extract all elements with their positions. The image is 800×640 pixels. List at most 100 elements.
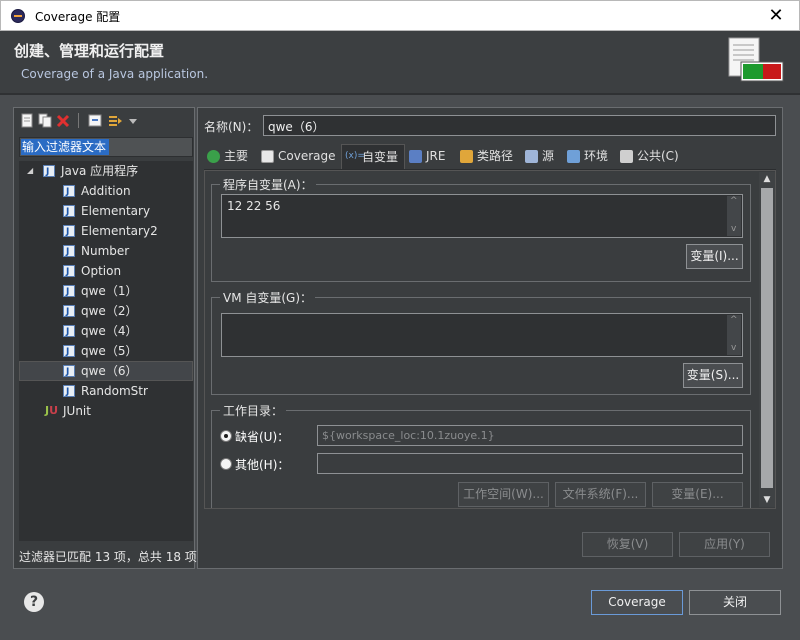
java-class-icon [63, 262, 75, 282]
config-tabs: 主要 Coverage (x)= 自变量 JRE 类路径 源 环境 公共(C) [204, 144, 776, 170]
workspace-button[interactable]: 工作空间(W)... [458, 482, 549, 507]
tab-environment[interactable]: 环境 [564, 144, 608, 169]
java-class-icon [63, 342, 75, 362]
other-dir-label: 其他(H)： [235, 458, 290, 472]
config-toolbar [18, 111, 188, 133]
tree-item-label: Option [81, 264, 122, 278]
configuration-tree[interactable]: ◢ Java 应用程序 Addition Elementary Elementa… [19, 161, 193, 541]
working-directory-label: 工作目录： [220, 402, 287, 419]
toolbar-divider [78, 113, 79, 128]
coverage-run-button[interactable]: Coverage [591, 590, 683, 615]
program-arguments-group: 程序自变量(A)： 12 22 56 变量(I)... [211, 176, 751, 282]
tree-item-qwe-6[interactable]: qwe（6） [19, 361, 193, 382]
revert-button[interactable]: 恢复(V) [582, 532, 673, 557]
tree-item-qwe-2[interactable]: qwe（2） [19, 301, 193, 322]
name-input[interactable]: qwe（6） [263, 115, 776, 136]
tree-group-label: Java 应用程序 [61, 164, 139, 178]
java-class-icon [63, 322, 75, 342]
tab-source[interactable]: 源 [522, 144, 554, 169]
vm-arguments-group: VM 自变量(G)： 变量(S)... [211, 289, 751, 395]
close-window-button[interactable]: ✕ [753, 1, 799, 30]
default-dir-radio[interactable] [220, 430, 232, 442]
junit-icon: JU [45, 404, 59, 417]
program-arguments-value: 12 22 56 [227, 199, 281, 213]
expand-arrow-icon[interactable]: ◢ [27, 161, 33, 181]
vm-arguments-label: VM 自变量(G)： [220, 289, 316, 306]
tree-item-elementary2[interactable]: Elementary2 [19, 221, 193, 242]
tab-label: 源 [542, 149, 555, 163]
tab-jre[interactable]: JRE [406, 144, 445, 169]
tab-label: JRE [426, 149, 446, 163]
window-titlebar: Coverage 配置 ✕ [0, 0, 800, 31]
other-dir-radio[interactable] [220, 458, 232, 470]
vm-arguments-textarea[interactable] [221, 313, 743, 357]
tree-item-qwe-5[interactable]: qwe（5） [19, 341, 193, 362]
vm-variables-button[interactable]: 变量(S)... [683, 363, 743, 388]
close-button[interactable]: 关闭 [689, 590, 781, 615]
other-dir-field[interactable] [317, 453, 743, 474]
scroll-thumb[interactable] [761, 188, 773, 488]
filter-menu-icon[interactable] [108, 113, 126, 128]
tree-item-label: Elementary [81, 204, 151, 218]
filesystem-button[interactable]: 文件系统(F)... [555, 482, 646, 507]
java-class-icon [63, 202, 75, 222]
main-tab-icon [207, 150, 220, 163]
dialog-description: Coverage of a Java application. [21, 67, 209, 81]
filter-placeholder: 输入过滤器文本 [21, 139, 110, 155]
tree-item-label: qwe（4） [81, 324, 138, 338]
help-icon[interactable]: ? [24, 592, 44, 612]
dialog-heading: 创建、管理和运行配置 [14, 42, 165, 60]
tab-arguments[interactable]: (x)= 自变量 [341, 144, 405, 169]
tab-label: 公共(C) [637, 149, 679, 163]
tab-label: 自变量 [362, 150, 399, 164]
coverage-tab-icon [261, 150, 274, 163]
tab-content-scrollbar[interactable]: ▲ ▼ [759, 172, 775, 507]
tree-group-junit[interactable]: JU JUnit [19, 401, 193, 421]
new-config-icon[interactable] [20, 113, 34, 128]
apply-button[interactable]: 应用(Y) [679, 532, 770, 557]
tab-classpath[interactable]: 类路径 [457, 144, 513, 169]
filter-input[interactable]: 输入过滤器文本 [19, 137, 193, 157]
tree-item-elementary[interactable]: Elementary [19, 201, 193, 222]
filter-status: 过滤器已匹配 13 项，总共 18 项 [19, 550, 197, 564]
tree-item-randomstr[interactable]: RandomStr [19, 381, 193, 402]
tree-item-label: qwe（6） [81, 364, 138, 378]
source-tab-icon [525, 150, 538, 163]
tree-item-qwe-1[interactable]: qwe（1） [19, 281, 193, 302]
scroll-down-icon[interactable]: ▼ [759, 493, 775, 507]
default-dir-field[interactable]: ${workspace_loc:10.1zuoye.1} [317, 425, 743, 446]
tab-label: 环境 [584, 149, 609, 163]
program-variables-button[interactable]: 变量(I)... [686, 244, 743, 269]
default-dir-label: 缺省(U)： [235, 430, 290, 444]
tab-main[interactable]: 主要 [204, 144, 248, 169]
scroll-up-icon[interactable]: ▲ [759, 172, 775, 186]
tab-label: 类路径 [477, 149, 514, 163]
delete-config-icon[interactable] [56, 113, 70, 128]
textarea-scrollbar[interactable] [727, 315, 741, 355]
environment-tab-icon [567, 150, 580, 163]
dir-variables-button[interactable]: 变量(E)... [652, 482, 743, 507]
tab-common[interactable]: 公共(C) [617, 144, 679, 169]
duplicate-config-icon[interactable] [38, 113, 52, 128]
tab-label: 主要 [224, 149, 249, 163]
tree-item-label: qwe（2） [81, 304, 138, 318]
common-tab-icon [620, 150, 633, 163]
dialog-header: 创建、管理和运行配置 Coverage of a Java applicatio… [0, 31, 800, 93]
chevron-down-icon[interactable] [128, 113, 138, 128]
tree-item-qwe-4[interactable]: qwe（4） [19, 321, 193, 342]
tree-item-option[interactable]: Option [19, 261, 193, 282]
tree-item-number[interactable]: Number [19, 241, 193, 262]
name-label: 名称(N)： [204, 120, 259, 134]
tree-item-addition[interactable]: Addition [19, 181, 193, 202]
tab-coverage[interactable]: Coverage [258, 144, 336, 169]
tree-group-java-application[interactable]: ◢ Java 应用程序 [19, 161, 193, 182]
java-class-icon [63, 302, 75, 322]
textarea-scrollbar[interactable] [727, 196, 741, 236]
java-class-icon [63, 182, 75, 202]
coverage-banner-icon [728, 37, 784, 82]
tree-item-label: Addition [81, 184, 131, 198]
java-app-icon [43, 162, 55, 182]
collapse-all-icon[interactable] [88, 113, 102, 128]
java-class-icon [63, 362, 75, 382]
program-arguments-textarea[interactable]: 12 22 56 [221, 194, 743, 238]
